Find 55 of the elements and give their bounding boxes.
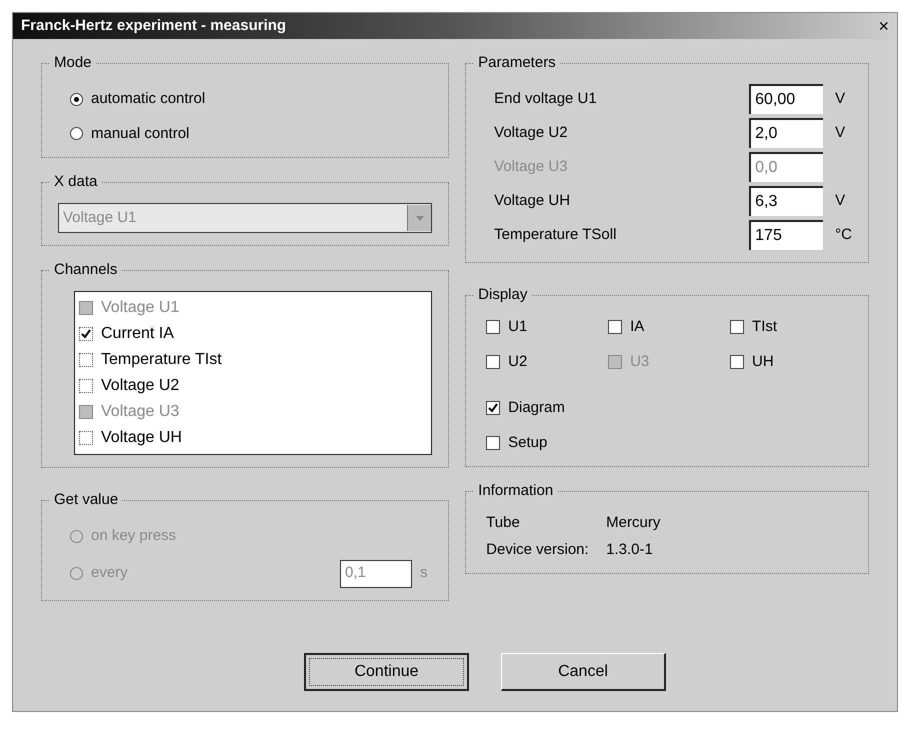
parameter-field[interactable]: 175 bbox=[749, 220, 824, 250]
checkbox-label: U2 bbox=[508, 352, 528, 372]
checkbox[interactable] bbox=[730, 320, 744, 334]
checkbox[interactable] bbox=[486, 436, 500, 450]
checkbox[interactable] bbox=[79, 353, 93, 367]
radio-button[interactable] bbox=[70, 92, 83, 106]
unit-label: V bbox=[835, 122, 846, 143]
checkbox-label: UH bbox=[752, 352, 774, 372]
parameter-label: End voltage U1 bbox=[494, 88, 598, 109]
parameter-field[interactable]: 2,0 bbox=[749, 118, 824, 148]
info-value: 1.3.0-1 bbox=[606, 540, 653, 560]
checkbox[interactable] bbox=[486, 354, 500, 369]
checkbox[interactable] bbox=[79, 431, 93, 445]
checkbox-label: TIst bbox=[752, 317, 778, 337]
parameter-label: Voltage U2 bbox=[494, 122, 569, 143]
checkbox-label: Diagram bbox=[508, 398, 565, 418]
parameter-label: Voltage UH bbox=[494, 190, 572, 211]
checkbox-label: Voltage UH bbox=[101, 428, 182, 448]
checkmark-icon bbox=[81, 329, 91, 339]
checkbox-label: IA bbox=[630, 317, 644, 337]
unit-label: V bbox=[835, 88, 846, 109]
info-label: Tube bbox=[486, 513, 521, 533]
checkbox-label: Current IA bbox=[101, 324, 174, 344]
checkmark-icon bbox=[488, 403, 498, 414]
checkbox[interactable] bbox=[608, 320, 622, 334]
radio-label: every bbox=[91, 563, 128, 584]
parameter-field[interactable]: 6,3 bbox=[749, 186, 824, 216]
checkbox[interactable] bbox=[730, 354, 744, 369]
checkbox[interactable] bbox=[486, 320, 500, 334]
checkbox[interactable] bbox=[79, 379, 93, 393]
checkbox-label: Setup bbox=[508, 432, 548, 452]
parameter-field[interactable]: 60,00 bbox=[749, 84, 824, 114]
parameter-label: Temperature TSoll bbox=[494, 224, 618, 245]
close-button[interactable]: × bbox=[878, 17, 889, 35]
dialog-button[interactable]: Cancel bbox=[501, 653, 666, 691]
radio-button[interactable] bbox=[70, 127, 83, 140]
radio-label: manual control bbox=[91, 124, 190, 144]
checkbox-label: Voltage U2 bbox=[101, 376, 180, 396]
unit-label: s bbox=[420, 563, 428, 584]
info-label: Device version: bbox=[486, 540, 590, 560]
radio-label: on key press bbox=[91, 526, 176, 546]
radio-label: automatic control bbox=[91, 89, 206, 109]
checkbox[interactable] bbox=[79, 327, 93, 341]
unit-label: V bbox=[835, 190, 846, 211]
checkbox-label: Temperature TIst bbox=[101, 350, 222, 370]
checkbox-label: Voltage U1 bbox=[101, 298, 180, 318]
window-title: Franck-Hertz experiment - measuring bbox=[21, 16, 286, 36]
unit-label: °C bbox=[835, 224, 852, 245]
checkbox-label: U1 bbox=[508, 317, 528, 337]
dialog-button[interactable]: Continue bbox=[304, 653, 469, 691]
parameter-label: Voltage U3 bbox=[494, 156, 569, 177]
checkbox-label: U3 bbox=[630, 352, 650, 372]
info-value: Mercury bbox=[606, 513, 660, 533]
checkbox-label: Voltage U3 bbox=[101, 402, 180, 422]
checkbox[interactable] bbox=[486, 401, 500, 416]
